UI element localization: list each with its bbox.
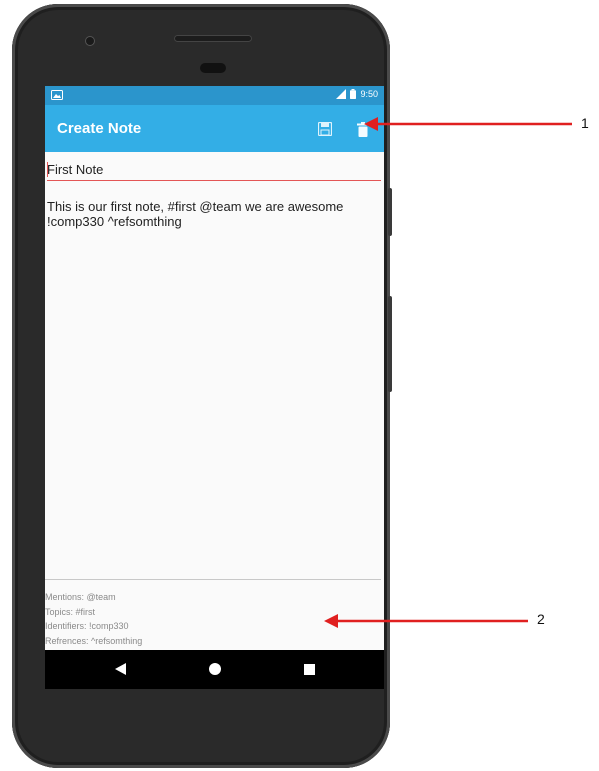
app-screen: 9:50 Create Note First Note This is our … xyxy=(45,86,384,689)
note-metadata-panel: Mentions: @team Topics: #first Identifie… xyxy=(45,590,142,648)
status-time: 9:50 xyxy=(360,89,378,99)
divider xyxy=(45,579,381,580)
app-bar: Create Note xyxy=(45,105,384,152)
page-title: Create Note xyxy=(57,120,142,137)
note-title-value: First Note xyxy=(47,162,104,177)
identifiers-label: Identifiers: !comp330 xyxy=(45,621,129,631)
mentions-label: Mentions: @team xyxy=(45,592,116,602)
recents-icon xyxy=(303,663,315,675)
status-bar: 9:50 xyxy=(45,86,384,105)
callout-label-2: 2 xyxy=(537,611,545,627)
callout-arrow-1 xyxy=(364,117,572,131)
home-icon xyxy=(209,663,221,675)
references-label: Refrences: ^refsomthing xyxy=(45,635,143,646)
save-icon xyxy=(318,122,332,136)
home-button[interactable] xyxy=(208,662,222,676)
topics-label: Topics: #first xyxy=(45,606,96,617)
save-button[interactable] xyxy=(313,117,337,141)
earpiece-speaker xyxy=(174,35,252,42)
recents-button[interactable] xyxy=(302,662,316,676)
front-camera xyxy=(86,37,94,45)
back-icon xyxy=(114,663,126,675)
proximity-sensor xyxy=(200,63,226,73)
volume-button xyxy=(388,296,392,392)
note-body-input[interactable]: This is our first note, #first @team we … xyxy=(47,199,347,229)
callout-label-1: 1 xyxy=(581,115,589,131)
image-notification-icon xyxy=(51,90,63,100)
navigation-bar xyxy=(45,650,384,689)
signal-icon xyxy=(336,89,347,99)
battery-icon xyxy=(350,89,357,99)
phone-frame: 9:50 Create Note First Note This is our … xyxy=(12,4,390,768)
power-button xyxy=(388,188,392,236)
callout-arrow-2 xyxy=(324,614,528,628)
note-title-input[interactable]: First Note xyxy=(47,159,381,181)
back-button[interactable] xyxy=(113,662,127,676)
